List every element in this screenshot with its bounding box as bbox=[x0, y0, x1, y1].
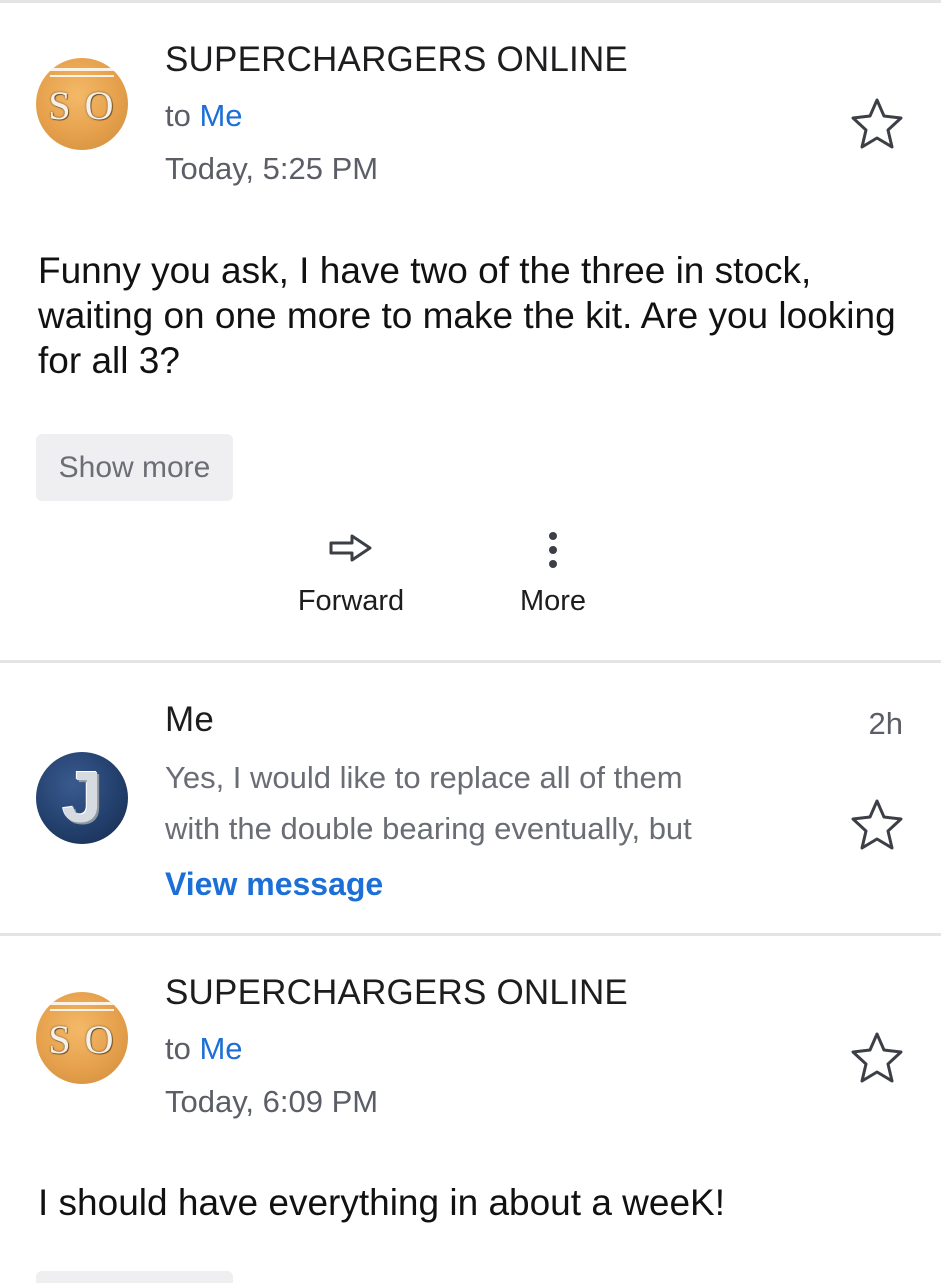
message-body: Funny you ask, I have two of the three i… bbox=[38, 250, 896, 381]
recipient-name[interactable]: Me bbox=[199, 1031, 242, 1066]
relative-time: 2h bbox=[868, 706, 903, 741]
sender-name: Me bbox=[165, 700, 215, 739]
star-button[interactable] bbox=[848, 96, 906, 152]
recipient-name[interactable]: Me bbox=[199, 98, 242, 133]
star-button[interactable] bbox=[848, 1030, 906, 1086]
preview-line: Yes, I would like to replace all of them bbox=[165, 760, 683, 795]
recipient-line: to Me bbox=[165, 98, 243, 134]
forward-button[interactable]: Forward bbox=[271, 532, 431, 618]
sender-name: SUPERCHARGERS ONLINE bbox=[165, 40, 628, 79]
star-button[interactable] bbox=[848, 797, 906, 853]
vertical-dots-icon bbox=[549, 532, 557, 568]
avatar-initials: S O bbox=[48, 1017, 116, 1062]
timestamp: Today, 5:25 PM bbox=[165, 151, 379, 186]
recipient-line: to Me bbox=[165, 1031, 243, 1067]
show-more-button[interactable] bbox=[36, 1271, 233, 1283]
more-label: More bbox=[519, 585, 587, 617]
message-body: I should have everything in about a weeK… bbox=[38, 1182, 726, 1223]
avatar-initials: S O bbox=[48, 83, 116, 128]
forward-label: Forward bbox=[297, 585, 405, 617]
top-divider bbox=[0, 0, 941, 3]
to-prefix: to bbox=[165, 98, 191, 133]
view-message-link[interactable]: View message bbox=[165, 865, 383, 903]
to-prefix: to bbox=[165, 1031, 191, 1066]
star-icon bbox=[851, 799, 903, 850]
sender-name: SUPERCHARGERS ONLINE bbox=[165, 973, 628, 1012]
sender-avatar[interactable]: S O bbox=[36, 58, 128, 150]
forward-arrow-icon bbox=[329, 534, 372, 562]
star-icon bbox=[851, 98, 903, 149]
star-icon bbox=[851, 1032, 903, 1083]
message-divider bbox=[0, 660, 941, 663]
sender-avatar[interactable]: J bbox=[36, 752, 128, 844]
message-divider bbox=[0, 933, 941, 936]
timestamp: Today, 6:09 PM bbox=[165, 1084, 379, 1119]
more-button[interactable]: More bbox=[473, 532, 633, 618]
avatar-initials: J bbox=[61, 758, 103, 838]
show-more-button[interactable]: Show more bbox=[36, 434, 233, 501]
sender-avatar[interactable]: S O bbox=[36, 992, 128, 1084]
preview-line: with the double bearing eventually, but bbox=[165, 811, 692, 846]
